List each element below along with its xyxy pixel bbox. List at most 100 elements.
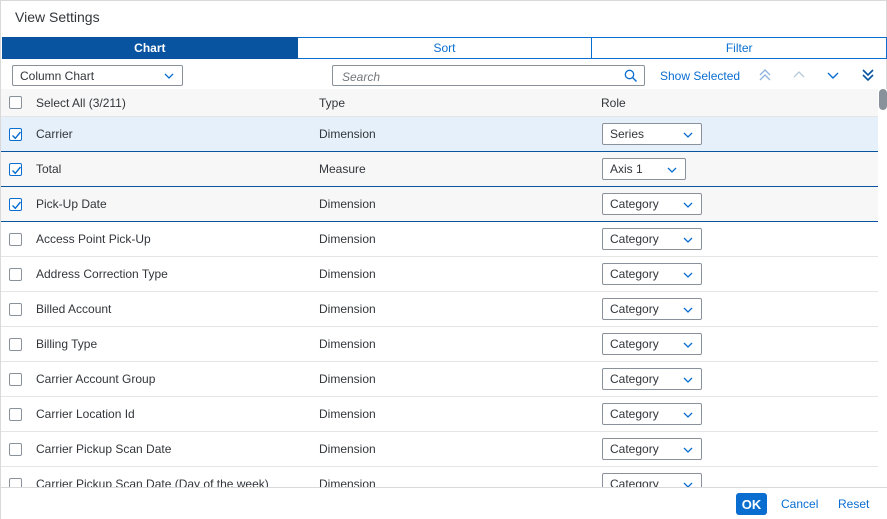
- select-all-label: Select All (3/211): [36, 96, 126, 110]
- field-name: Address Correction Type: [36, 267, 168, 281]
- tab-bar: Chart Sort Filter: [2, 37, 887, 59]
- field-type: Dimension: [319, 337, 376, 351]
- toolbar: Column Chart Search Show Selected: [1, 62, 887, 89]
- field-type: Dimension: [319, 302, 376, 316]
- table-row[interactable]: Pick-Up Date Dimension Category: [1, 187, 878, 222]
- role-value: Category: [610, 197, 659, 211]
- role-select[interactable]: Category: [602, 193, 702, 215]
- role-select[interactable]: Category: [602, 473, 702, 487]
- field-type: Dimension: [319, 477, 376, 487]
- move-down-icon[interactable]: [824, 66, 842, 84]
- field-type: Dimension: [319, 127, 376, 141]
- chevron-down-icon: [682, 444, 694, 459]
- role-value: Category: [610, 477, 659, 487]
- tab-chart[interactable]: Chart: [2, 37, 298, 59]
- table-row[interactable]: Billed Account Dimension Category: [1, 292, 878, 327]
- chevron-down-icon: [682, 304, 694, 319]
- field-name: Carrier Account Group: [36, 372, 156, 386]
- move-to-top-icon[interactable]: [756, 66, 774, 84]
- row-checkbox[interactable]: [9, 338, 22, 351]
- field-type: Dimension: [319, 197, 376, 211]
- role-select[interactable]: Category: [602, 438, 702, 460]
- chevron-down-icon: [682, 269, 694, 284]
- role-select[interactable]: Category: [602, 263, 702, 285]
- row-checkbox[interactable]: [9, 478, 22, 487]
- table-row[interactable]: Access Point Pick-Up Dimension Category: [1, 222, 878, 257]
- select-all-checkbox[interactable]: [9, 96, 22, 109]
- table-row[interactable]: Carrier Location Id Dimension Category: [1, 397, 878, 432]
- tab-filter[interactable]: Filter: [592, 37, 887, 59]
- field-name: Billing Type: [36, 337, 98, 351]
- scrollbar-thumb[interactable]: [879, 89, 887, 110]
- role-value: Category: [610, 372, 659, 386]
- ok-button[interactable]: OK: [736, 493, 767, 515]
- role-select[interactable]: Category: [602, 368, 702, 390]
- reset-button[interactable]: Reset: [838, 497, 869, 511]
- field-name: Pick-Up Date: [36, 197, 107, 211]
- field-name: Carrier Location Id: [36, 407, 135, 421]
- chevron-down-icon: [682, 374, 694, 389]
- search-placeholder: Search: [342, 70, 381, 84]
- cancel-button[interactable]: Cancel: [781, 497, 818, 511]
- table-row[interactable]: Billing Type Dimension Category: [1, 327, 878, 362]
- field-type: Measure: [319, 162, 366, 176]
- table-row[interactable]: Total Measure Axis 1: [1, 152, 878, 187]
- show-selected-button[interactable]: Show Selected: [660, 69, 740, 83]
- row-checkbox[interactable]: [9, 443, 22, 456]
- chevron-down-icon: [682, 234, 694, 249]
- role-select[interactable]: Category: [602, 403, 702, 425]
- table-header: Select All (3/211) Type Role: [1, 89, 878, 117]
- role-select[interactable]: Series: [602, 123, 702, 145]
- row-checkbox[interactable]: [9, 198, 22, 211]
- role-select[interactable]: Category: [602, 228, 702, 250]
- tab-sort[interactable]: Sort: [297, 37, 593, 59]
- role-select[interactable]: Category: [602, 333, 702, 355]
- role-value: Category: [610, 232, 659, 246]
- field-name: Access Point Pick-Up: [36, 232, 151, 246]
- dialog-title: View Settings: [15, 9, 100, 25]
- chevron-down-icon: [666, 164, 678, 179]
- field-name: Carrier Pickup Scan Date: [36, 442, 172, 456]
- row-checkbox[interactable]: [9, 163, 22, 176]
- search-icon[interactable]: [624, 69, 638, 86]
- chart-type-value: Column Chart: [20, 68, 95, 83]
- row-checkbox[interactable]: [9, 408, 22, 421]
- field-type: Dimension: [319, 267, 376, 281]
- role-value: Category: [610, 337, 659, 351]
- role-value: Series: [610, 127, 645, 141]
- chevron-down-icon: [682, 199, 694, 214]
- table-row[interactable]: Carrier Dimension Series: [1, 117, 878, 152]
- chevron-down-icon: [682, 479, 694, 487]
- view-settings-dialog: View Settings Chart Sort Filter Column C…: [0, 0, 887, 519]
- row-checkbox[interactable]: [9, 303, 22, 316]
- chart-type-select[interactable]: Column Chart: [12, 65, 183, 86]
- role-select[interactable]: Category: [602, 298, 702, 320]
- role-value: Category: [610, 442, 659, 456]
- row-checkbox[interactable]: [9, 233, 22, 246]
- table-row[interactable]: Address Correction Type Dimension Category: [1, 257, 878, 292]
- chevron-down-icon: [682, 409, 694, 424]
- row-checkbox[interactable]: [9, 128, 22, 141]
- row-checkbox[interactable]: [9, 268, 22, 281]
- field-name: Total: [36, 162, 62, 176]
- field-type: Dimension: [319, 372, 376, 386]
- role-select[interactable]: Axis 1: [602, 158, 686, 180]
- table-row[interactable]: Carrier Pickup Scan Date Dimension Categor…: [1, 432, 878, 467]
- vertical-scrollbar[interactable]: [878, 89, 887, 487]
- role-column-header: Role: [601, 96, 626, 110]
- search-input[interactable]: Search: [332, 65, 645, 86]
- field-table: Select All (3/211) Type Role Carrier Dime…: [1, 89, 878, 487]
- chevron-down-icon: [682, 129, 694, 144]
- table-row[interactable]: Carrier Pickup Scan Date (Day of the wee…: [1, 467, 878, 487]
- field-type: Dimension: [319, 407, 376, 421]
- move-to-bottom-icon[interactable]: [859, 66, 877, 84]
- chevron-down-icon: [682, 339, 694, 354]
- row-checkbox[interactable]: [9, 373, 22, 386]
- field-name: Carrier Pickup Scan Date (Day of the wee…: [36, 477, 269, 487]
- table-row[interactable]: Carrier Account Group Dimension Category: [1, 362, 878, 397]
- type-column-header: Type: [319, 96, 346, 110]
- field-name: Carrier: [36, 127, 73, 141]
- role-value: Category: [610, 407, 659, 421]
- move-up-icon[interactable]: [790, 66, 808, 84]
- dialog-footer: OK Cancel Reset: [1, 487, 887, 519]
